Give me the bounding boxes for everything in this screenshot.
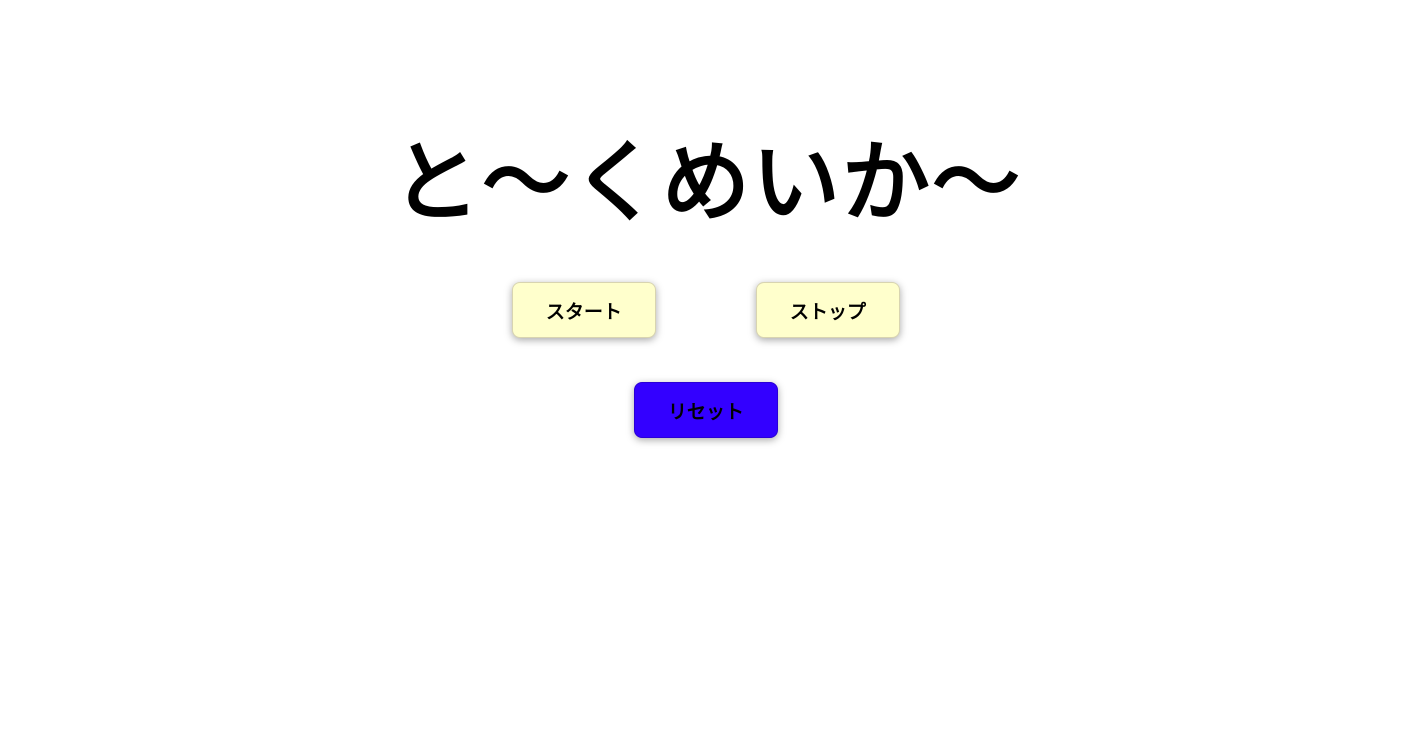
reset-button-label: リセット bbox=[667, 400, 744, 423]
page-title: と〜くめいか〜 bbox=[391, 131, 1022, 234]
page: と〜くめいか〜 スタート ストップ リセット bbox=[0, 0, 1414, 752]
start-button-label: スタート bbox=[545, 300, 622, 323]
stop-button[interactable]: ストップ bbox=[756, 282, 900, 338]
start-button[interactable]: スタート bbox=[512, 282, 656, 338]
stop-button-label: ストップ bbox=[789, 300, 866, 323]
reset-button[interactable]: リセット bbox=[634, 382, 778, 438]
